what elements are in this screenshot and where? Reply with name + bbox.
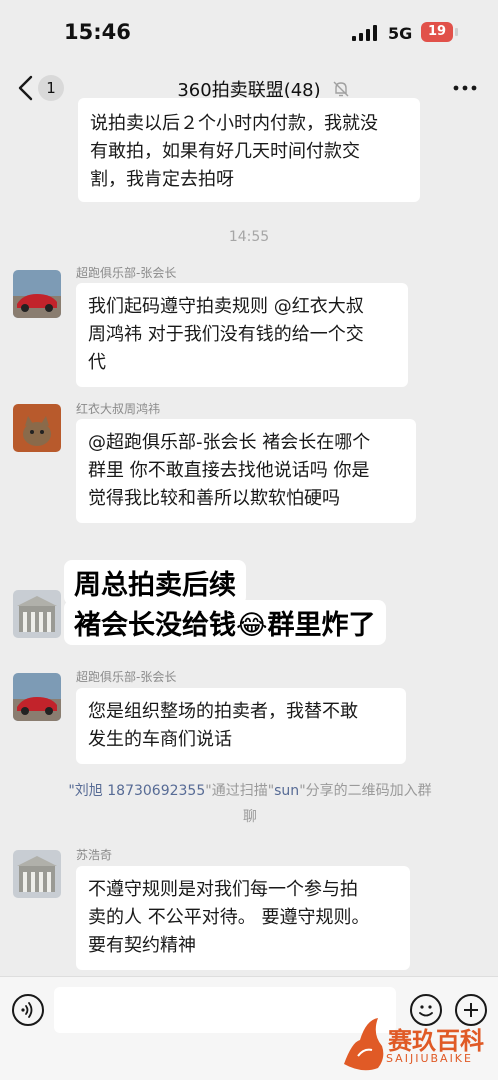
battery-cap (455, 28, 458, 36)
inviter-name[interactable]: sun (274, 783, 299, 799)
avatar[interactable] (13, 270, 61, 318)
watermark-text: 赛玖百科 (388, 1027, 484, 1055)
caption-line-2: 褚会长没给钱😂群里炸了 (64, 600, 386, 645)
status-time: 15:46 (64, 20, 131, 44)
system-text: "通过扫描" (205, 783, 275, 799)
message-bubble[interactable]: 说拍卖以后２个小时内付款，我就没 有敢拍，如果有好几天时间付款交 割，我肯定去拍… (78, 98, 420, 202)
message-line: 周鸿祎 对于我们没有钱的给一个交 (88, 324, 364, 345)
message-line: 群里 你不敢直接去找他说话吗 你是 (88, 460, 370, 481)
status-bar: 15:46 5G 19 (0, 0, 498, 66)
signal-icon (352, 25, 378, 41)
joined-user-name[interactable]: "刘旭 (68, 783, 102, 799)
avatar[interactable] (13, 404, 61, 452)
message-line: 您是组织整场的拍卖者，我替不敢 (88, 701, 358, 722)
voice-icon[interactable] (12, 994, 44, 1026)
joined-user-phone[interactable]: 18730692355 (107, 783, 205, 799)
sender-name: 红衣大叔周鸿祎 (76, 402, 161, 416)
avatar[interactable] (13, 590, 61, 638)
message-line: 卖的人 不公平对待。 要遵守规则。 (88, 907, 370, 928)
mute-bell-icon (333, 81, 349, 97)
message-bubble[interactable]: 我们起码遵守拍卖规则 @红衣大叔 周鸿祎 对于我们没有钱的给一个交 代 (76, 283, 408, 387)
sender-name: 苏浩奇 (76, 848, 113, 862)
message-line: 割，我肯定去拍呀 (90, 169, 234, 190)
avatar[interactable] (13, 673, 61, 721)
message-line: 觉得我比较和善所以欺软怕硬吗 (88, 488, 340, 509)
message-line: 代 (88, 352, 106, 373)
message-line: @超跑俱乐部-张会长 褚会长在哪个 (88, 432, 371, 453)
message-line: 要有契约精神 (88, 935, 196, 956)
system-join-message: "刘旭 18730692355"通过扫描"sun"分享的二维码加入群 聊 (30, 778, 470, 830)
watermark-subtext: SAIJIUBAIKE (386, 1052, 473, 1065)
battery-icon: 19 (421, 22, 453, 42)
system-text-line2: 聊 (243, 809, 257, 825)
network-type: 5G (388, 24, 413, 43)
time-divider: 14:55 (228, 229, 270, 245)
message-line: 我们起码遵守拍卖规则 @红衣大叔 (88, 296, 364, 317)
avatar[interactable] (13, 850, 61, 898)
message-line: 发生的车商们说话 (88, 729, 232, 750)
message-bubble[interactable]: 您是组织整场的拍卖者，我替不敢 发生的车商们说话 (76, 688, 406, 764)
message-line: 有敢拍，如果有好几天时间付款交 (90, 141, 360, 162)
more-icon[interactable] (451, 78, 479, 98)
sender-name: 超跑俱乐部-张会长 (76, 266, 177, 280)
message-bubble[interactable]: 不遵守规则是对我们每一个参与拍 卖的人 不公平对待。 要遵守规则。 要有契约精神 (76, 866, 410, 970)
system-text: "分享的二维码加入群 (299, 783, 432, 799)
sender-name: 超跑俱乐部-张会长 (76, 670, 177, 684)
caption-line-1: 周总拍卖后续 (64, 560, 246, 605)
message-bubble[interactable]: @超跑俱乐部-张会长 褚会长在哪个 群里 你不敢直接去找他说话吗 你是 觉得我比… (76, 419, 416, 523)
message-line: 说拍卖以后２个小时内付款，我就没 (90, 113, 378, 134)
message-line: 不遵守规则是对我们每一个参与拍 (88, 879, 358, 900)
